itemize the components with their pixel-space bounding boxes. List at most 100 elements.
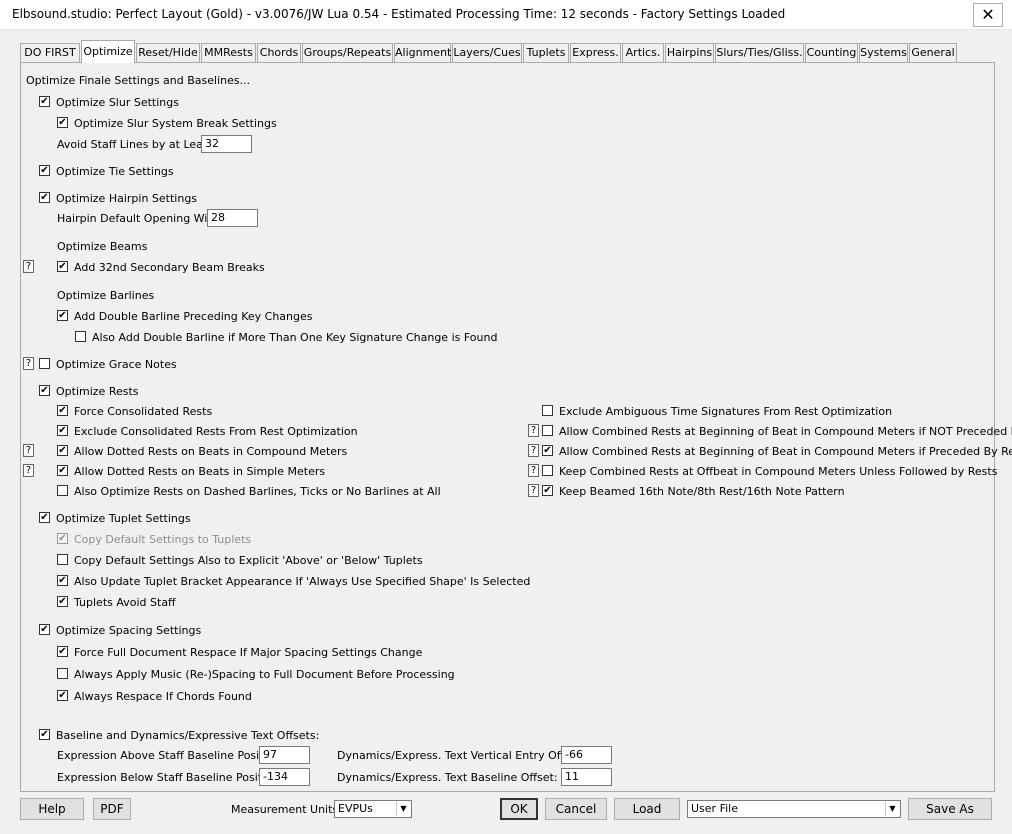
tuplet-item-checkbox-0 <box>57 533 68 544</box>
settings-file-value: User File <box>691 802 738 815</box>
chevron-down-icon: ▼ <box>885 802 899 816</box>
rest-right-checkbox-0[interactable] <box>542 405 553 416</box>
rest-right-checkbox-4[interactable] <box>542 485 553 496</box>
hairpin-width-label: Hairpin Default Opening Width: <box>57 212 230 225</box>
optimize-hairpin-checkbox[interactable] <box>39 192 50 203</box>
rest-right-label-1: Allow Combined Rests at Beginning of Bea… <box>559 425 1012 438</box>
measurement-units-select[interactable]: EVPUs ▼ <box>334 800 412 818</box>
rest-right-checkbox-1[interactable] <box>542 425 553 436</box>
tab-optimize[interactable]: Optimize <box>81 40 135 63</box>
tab-tuplets[interactable]: Tuplets <box>523 43 569 62</box>
tab-counting[interactable]: Counting <box>805 43 858 62</box>
baseline-offset-label: Dynamics/Express. Text Baseline Offset: <box>337 771 558 784</box>
tuplet-item-checkbox-2[interactable] <box>57 575 68 586</box>
spacing-item-checkbox-2[interactable] <box>57 690 68 701</box>
tuplet-item-label-1: Copy Default Settings Also to Explicit '… <box>74 554 423 567</box>
help-marker-preceded[interactable]: ? <box>528 444 539 457</box>
rest-right-label-0: Exclude Ambiguous Time Signatures From R… <box>559 405 893 418</box>
baseline-offsets-label: Baseline and Dynamics/Expressive Text Of… <box>56 729 320 742</box>
tab-layers-cues[interactable]: Layers/Cues <box>452 43 522 62</box>
vertical-entry-offset-input[interactable]: -66 <box>561 746 612 764</box>
tab-reset-hide[interactable]: Reset/Hide <box>136 43 200 62</box>
expression-above-input[interactable]: 97 <box>259 746 310 764</box>
rest-left-checkbox-2[interactable] <box>57 445 68 456</box>
rest-right-label-3: Keep Combined Rests at Offbeat in Compou… <box>559 465 998 478</box>
help-marker-dotted-compound[interactable]: ? <box>23 444 34 457</box>
measurement-units-value: EVPUs <box>338 802 373 815</box>
optimize-spacing-label: Optimize Spacing Settings <box>56 624 202 637</box>
optimize-slur-label: Optimize Slur Settings <box>56 96 179 109</box>
optimize-rests-checkbox[interactable] <box>39 385 50 396</box>
also-double-barline-checkbox[interactable] <box>75 331 86 342</box>
rest-right-checkbox-3[interactable] <box>542 465 553 476</box>
slur-system-break-checkbox[interactable] <box>57 117 68 128</box>
tab-mmrests[interactable]: MMRests <box>201 43 256 62</box>
ok-button[interactable]: OK <box>500 798 538 820</box>
rest-left-checkbox-0[interactable] <box>57 405 68 416</box>
rest-left-label-1: Exclude Consolidated Rests From Rest Opt… <box>74 425 358 438</box>
tuplet-item-checkbox-1[interactable] <box>57 554 68 565</box>
help-button[interactable]: Help <box>20 798 84 820</box>
tab-do-first[interactable]: DO FIRST <box>20 43 80 62</box>
rest-left-checkbox-1[interactable] <box>57 425 68 436</box>
load-button[interactable]: Load <box>614 798 680 820</box>
pdf-button[interactable]: PDF <box>93 798 131 820</box>
title-bar: Elbsound.studio: Perfect Layout (Gold) -… <box>0 0 1012 30</box>
window-title: Elbsound.studio: Perfect Layout (Gold) -… <box>12 7 786 21</box>
optimize-grace-checkbox[interactable] <box>39 358 50 369</box>
optimize-tuplet-label: Optimize Tuplet Settings <box>56 512 191 525</box>
optimize-barlines-heading: Optimize Barlines <box>57 289 155 302</box>
tab-systems[interactable]: Systems <box>859 43 908 62</box>
optimize-spacing-checkbox[interactable] <box>39 624 50 635</box>
rest-right-checkbox-2[interactable] <box>542 445 553 456</box>
spacing-item-label-2: Always Respace If Chords Found <box>74 690 252 703</box>
chevron-down-icon: ▼ <box>396 802 410 816</box>
tab-express[interactable]: Express. <box>570 43 621 62</box>
optimize-tie-checkbox[interactable] <box>39 165 50 176</box>
optimize-tuplet-checkbox[interactable] <box>39 512 50 523</box>
help-marker-offbeat[interactable]: ? <box>528 464 539 477</box>
tab-hairpins[interactable]: Hairpins <box>665 43 714 62</box>
double-barline-checkbox[interactable] <box>57 310 68 321</box>
expression-below-label: Expression Below Staff Baseline Position… <box>57 771 283 784</box>
optimize-rests-label: Optimize Rests <box>56 385 139 398</box>
tuplet-item-label-3: Tuplets Avoid Staff <box>74 596 176 609</box>
avoid-staff-lines-label: Avoid Staff Lines by at Least: <box>57 138 217 151</box>
settings-file-select[interactable]: User File ▼ <box>687 800 901 818</box>
tab-general[interactable]: General <box>909 43 957 62</box>
save-as-button[interactable]: Save As <box>908 798 992 820</box>
rest-right-label-2: Allow Combined Rests at Beginning of Bea… <box>559 445 1012 458</box>
tab-chords[interactable]: Chords <box>257 43 301 62</box>
spacing-item-checkbox-1[interactable] <box>57 668 68 679</box>
rest-left-label-0: Force Consolidated Rests <box>74 405 213 418</box>
help-marker-not-preceded[interactable]: ? <box>528 424 539 437</box>
hairpin-width-input[interactable]: 28 <box>207 209 258 227</box>
optimize-grace-label: Optimize Grace Notes <box>56 358 177 371</box>
tab-alignment[interactable]: Alignment <box>394 43 451 62</box>
baseline-offset-input[interactable]: 11 <box>561 768 612 786</box>
help-marker-beamed-16th[interactable]: ? <box>528 484 539 497</box>
tab-artics[interactable]: Artics. <box>622 43 664 62</box>
rest-left-checkbox-4[interactable] <box>57 485 68 496</box>
baseline-offsets-checkbox[interactable] <box>39 729 50 740</box>
help-marker-beams[interactable]: ? <box>23 260 34 273</box>
beam-breaks-checkbox[interactable] <box>57 261 68 272</box>
optimize-panel: Optimize Finale Settings and Baselines..… <box>20 62 1012 792</box>
optimize-slur-checkbox[interactable] <box>39 96 50 107</box>
rest-left-label-3: Allow Dotted Rests on Beats in Simple Me… <box>74 465 326 478</box>
rest-left-label-2: Allow Dotted Rests on Beats in Compound … <box>74 445 348 458</box>
expression-below-input[interactable]: -134 <box>259 768 310 786</box>
spacing-item-checkbox-0[interactable] <box>57 646 68 657</box>
cancel-button[interactable]: Cancel <box>545 798 607 820</box>
avoid-staff-lines-input[interactable]: 32 <box>201 135 252 153</box>
help-marker-dotted-simple[interactable]: ? <box>23 464 34 477</box>
close-button[interactable]: ✕ <box>973 3 1003 27</box>
tuplet-item-checkbox-3[interactable] <box>57 596 68 607</box>
expression-above-label: Expression Above Staff Baseline Position… <box>57 749 284 762</box>
tuplet-item-label-2: Also Update Tuplet Bracket Appearance If… <box>74 575 531 588</box>
rest-left-checkbox-3[interactable] <box>57 465 68 476</box>
help-marker-grace[interactable]: ? <box>23 357 34 370</box>
tab-groups-repeats[interactable]: Groups/Repeats <box>302 43 393 62</box>
tab-slurs-ties-gliss[interactable]: Slurs/Ties/Gliss. <box>715 43 804 62</box>
rest-left-label-4: Also Optimize Rests on Dashed Barlines, … <box>74 485 441 498</box>
